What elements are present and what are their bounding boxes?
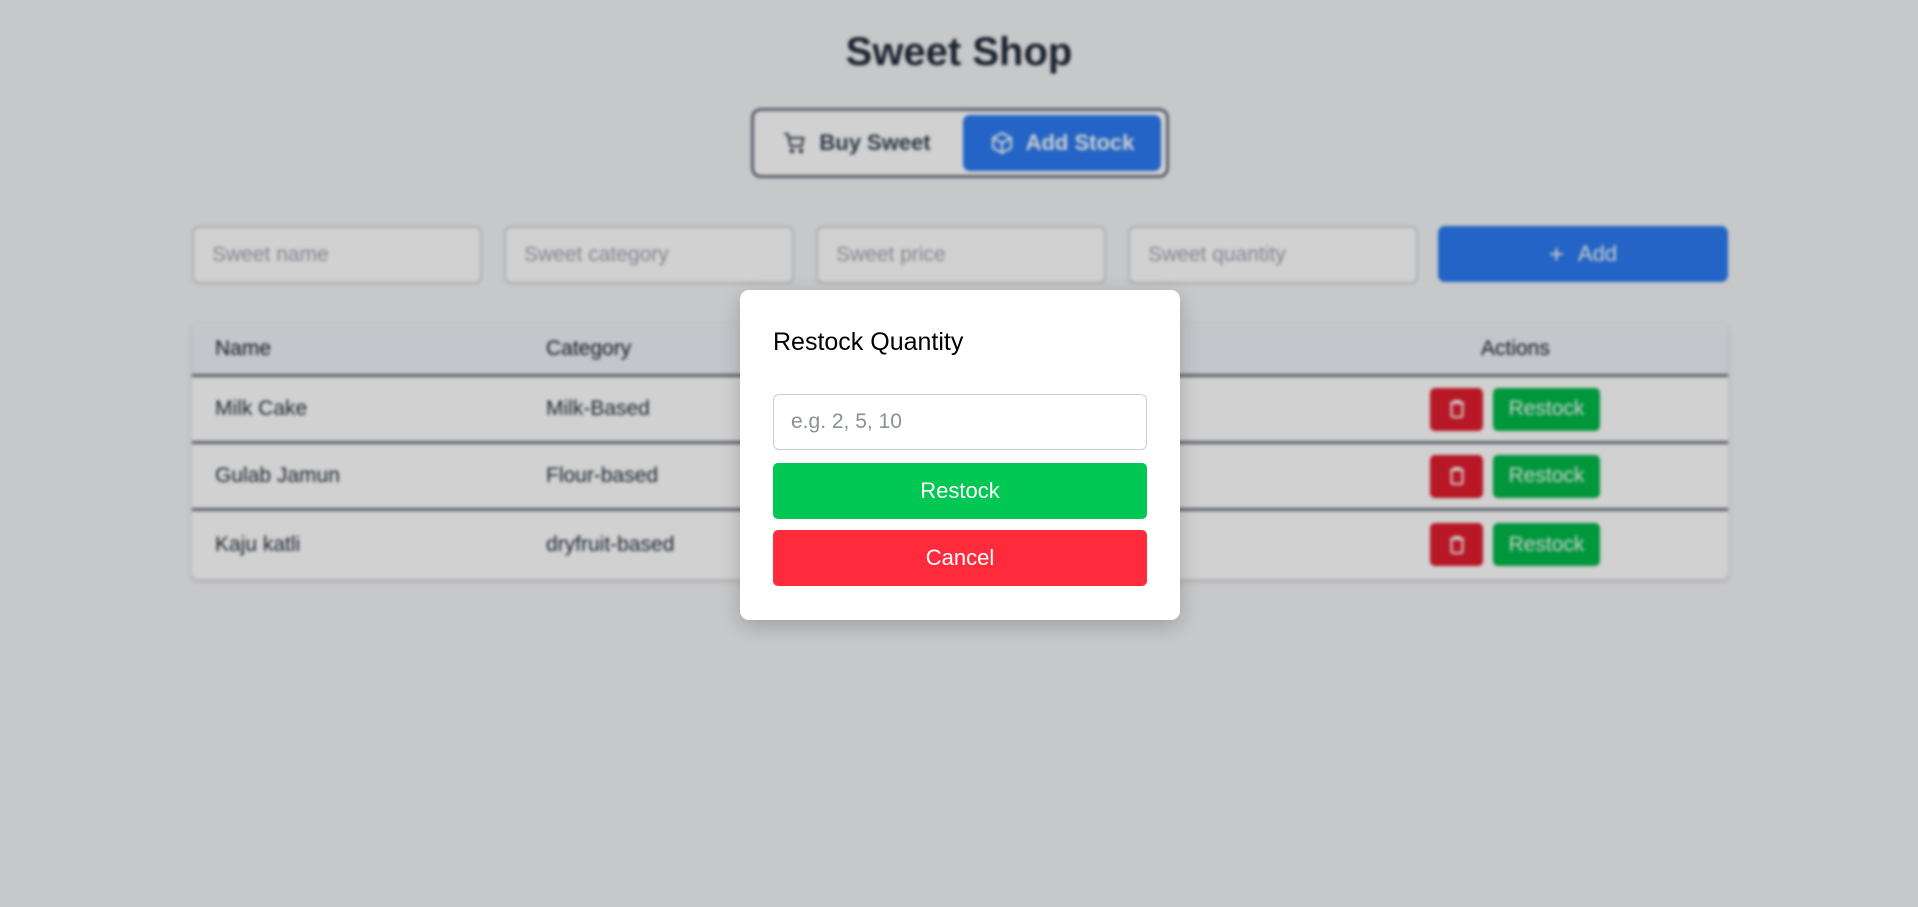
restock-modal: Restock Quantity Restock Cancel xyxy=(740,290,1180,620)
restock-quantity-input[interactable] xyxy=(773,394,1147,450)
cancel-button[interactable]: Cancel xyxy=(773,530,1147,586)
confirm-restock-button[interactable]: Restock xyxy=(773,463,1147,519)
modal-title: Restock Quantity xyxy=(773,328,964,356)
